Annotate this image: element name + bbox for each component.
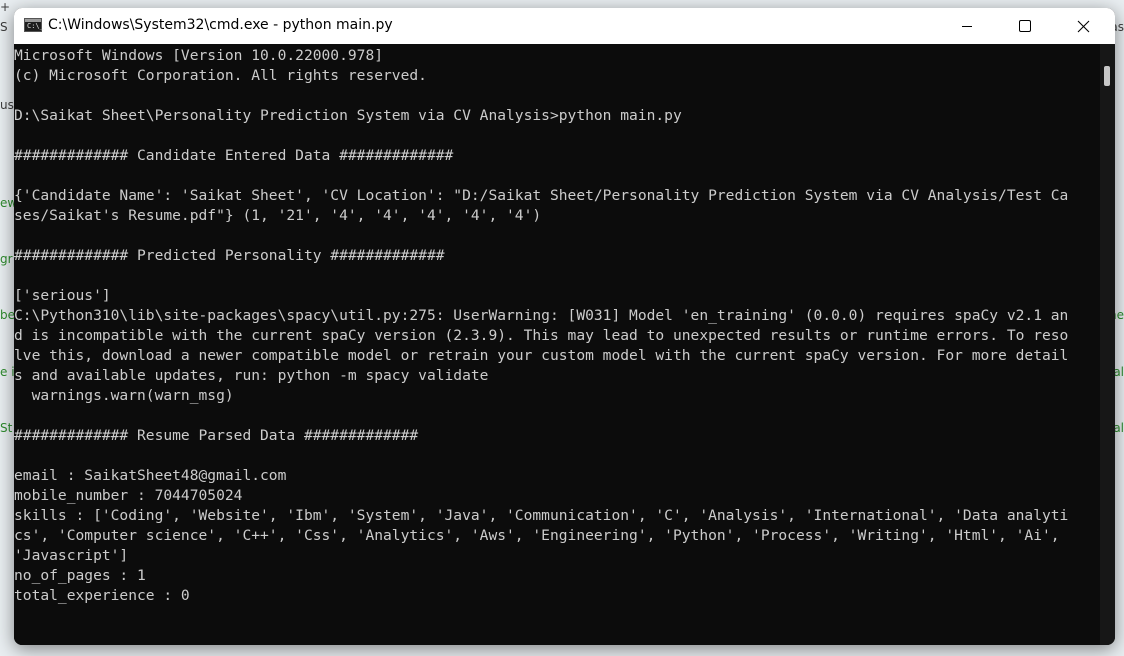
console-line: total_experience : 0 [14, 587, 190, 604]
console-line: d is incompatible with the current spaCy… [14, 327, 1069, 344]
console-text[interactable]: Microsoft Windows [Version 10.0.22000.97… [14, 46, 1068, 606]
console-line: mobile_number : 7044705024 [14, 487, 243, 504]
console-line: ############# Resume Parsed Data #######… [14, 427, 419, 444]
console-line: ############# Predicted Personality ####… [14, 247, 445, 264]
console-line: lve this, download a newer compatible mo… [14, 347, 1069, 364]
console-line: warnings.warn(warn_msg) [14, 387, 234, 404]
maximize-icon [1019, 20, 1031, 32]
console-output[interactable]: Microsoft Windows [Version 10.0.22000.97… [14, 44, 1100, 645]
console-line: Microsoft Windows [Version 10.0.22000.97… [14, 47, 384, 64]
vertical-scrollbar[interactable] [1100, 44, 1115, 645]
console-line: ['serious'] [14, 287, 111, 304]
cmd-prompt-glyph: C:\_ [27, 22, 44, 30]
console-line: email : SaikatSheet48@gmail.com [14, 467, 287, 484]
background-fragment: gr [0, 252, 13, 266]
cmd-window[interactable]: C:\_ C:\Windows\System32\cmd.exe - pytho… [14, 8, 1115, 645]
minimize-icon [962, 26, 972, 27]
background-fragment: e i [0, 365, 15, 379]
console-line: cs', 'Computer science', 'C++', 'Css', '… [14, 527, 1060, 544]
console-line: s and available updates, run: python -m … [14, 367, 489, 384]
close-icon [1077, 20, 1089, 32]
title-bar[interactable]: C:\_ C:\Windows\System32\cmd.exe - pytho… [14, 8, 1115, 44]
console-line: ############# Candidate Entered Data ###… [14, 147, 454, 164]
console-line: (c) Microsoft Corporation. All rights re… [14, 67, 427, 84]
background-fragment: be [0, 308, 15, 322]
console-line: skills : ['Coding', 'Website', 'Ibm', 'S… [14, 507, 1069, 524]
background-fragment: + [0, 0, 11, 14]
console-line: 'Javascript'] [14, 547, 129, 564]
minimize-button[interactable] [938, 8, 996, 44]
console-line: ses/Saikat's Resume.pdf"} (1, '21', '4',… [14, 207, 542, 224]
console-line: C:\Python310\lib\site-packages\spacy\uti… [14, 307, 1069, 324]
console-line: no_of_pages : 1 [14, 567, 146, 584]
background-fragment: St [0, 421, 13, 435]
window-title: C:\Windows\System32\cmd.exe - python mai… [48, 17, 393, 33]
background-fragment: us [0, 98, 14, 112]
console-line: D:\Saikat Sheet\Personality Prediction S… [14, 107, 682, 124]
console-line: {'Candidate Name': 'Saikat Sheet', 'CV L… [14, 187, 1069, 204]
close-button[interactable] [1054, 8, 1112, 44]
scrollbar-thumb[interactable] [1104, 66, 1110, 86]
cmd-app-icon[interactable]: C:\_ [24, 18, 44, 32]
maximize-button[interactable] [996, 8, 1054, 44]
background-fragment: S [0, 20, 8, 34]
